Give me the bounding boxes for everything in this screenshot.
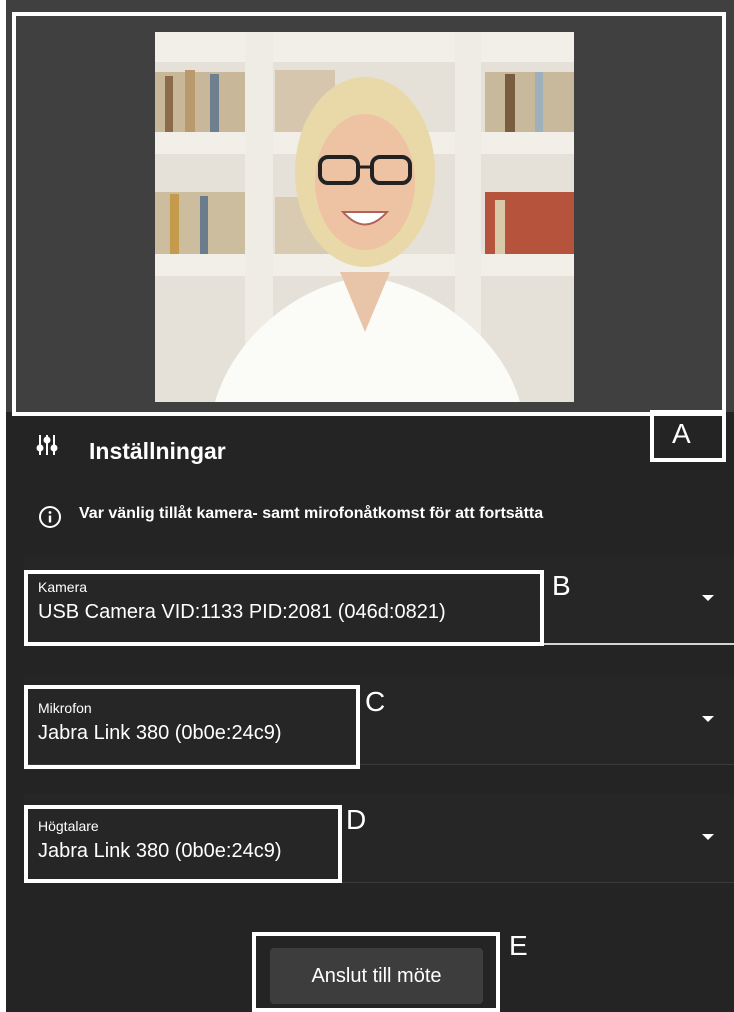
annotation-box-a bbox=[12, 12, 726, 416]
chevron-down-icon bbox=[702, 716, 714, 722]
annotation-box-c bbox=[24, 685, 360, 769]
annotation-letter-d: D bbox=[346, 804, 367, 835]
annotation-letter-e: E bbox=[509, 930, 528, 961]
settings-title: Inställningar bbox=[89, 438, 226, 464]
annotation-box-e bbox=[252, 932, 500, 1012]
annotation-letter-c: C bbox=[365, 686, 386, 717]
annotation-letter-a: A bbox=[672, 418, 691, 449]
chevron-down-icon bbox=[702, 834, 714, 840]
permission-notice: Var vänlig tillåt kamera- samt mirofonåt… bbox=[79, 505, 544, 522]
annotation-box-b bbox=[24, 570, 544, 646]
chevron-down-icon bbox=[702, 595, 714, 601]
info-icon bbox=[39, 506, 61, 528]
sliders-icon bbox=[36, 435, 58, 455]
annotation-box-d bbox=[24, 805, 342, 883]
device-settings-panel: A Inställningar Var vänlig tillåt kamera… bbox=[6, 0, 734, 1012]
annotation-letter-b: B bbox=[552, 570, 571, 601]
